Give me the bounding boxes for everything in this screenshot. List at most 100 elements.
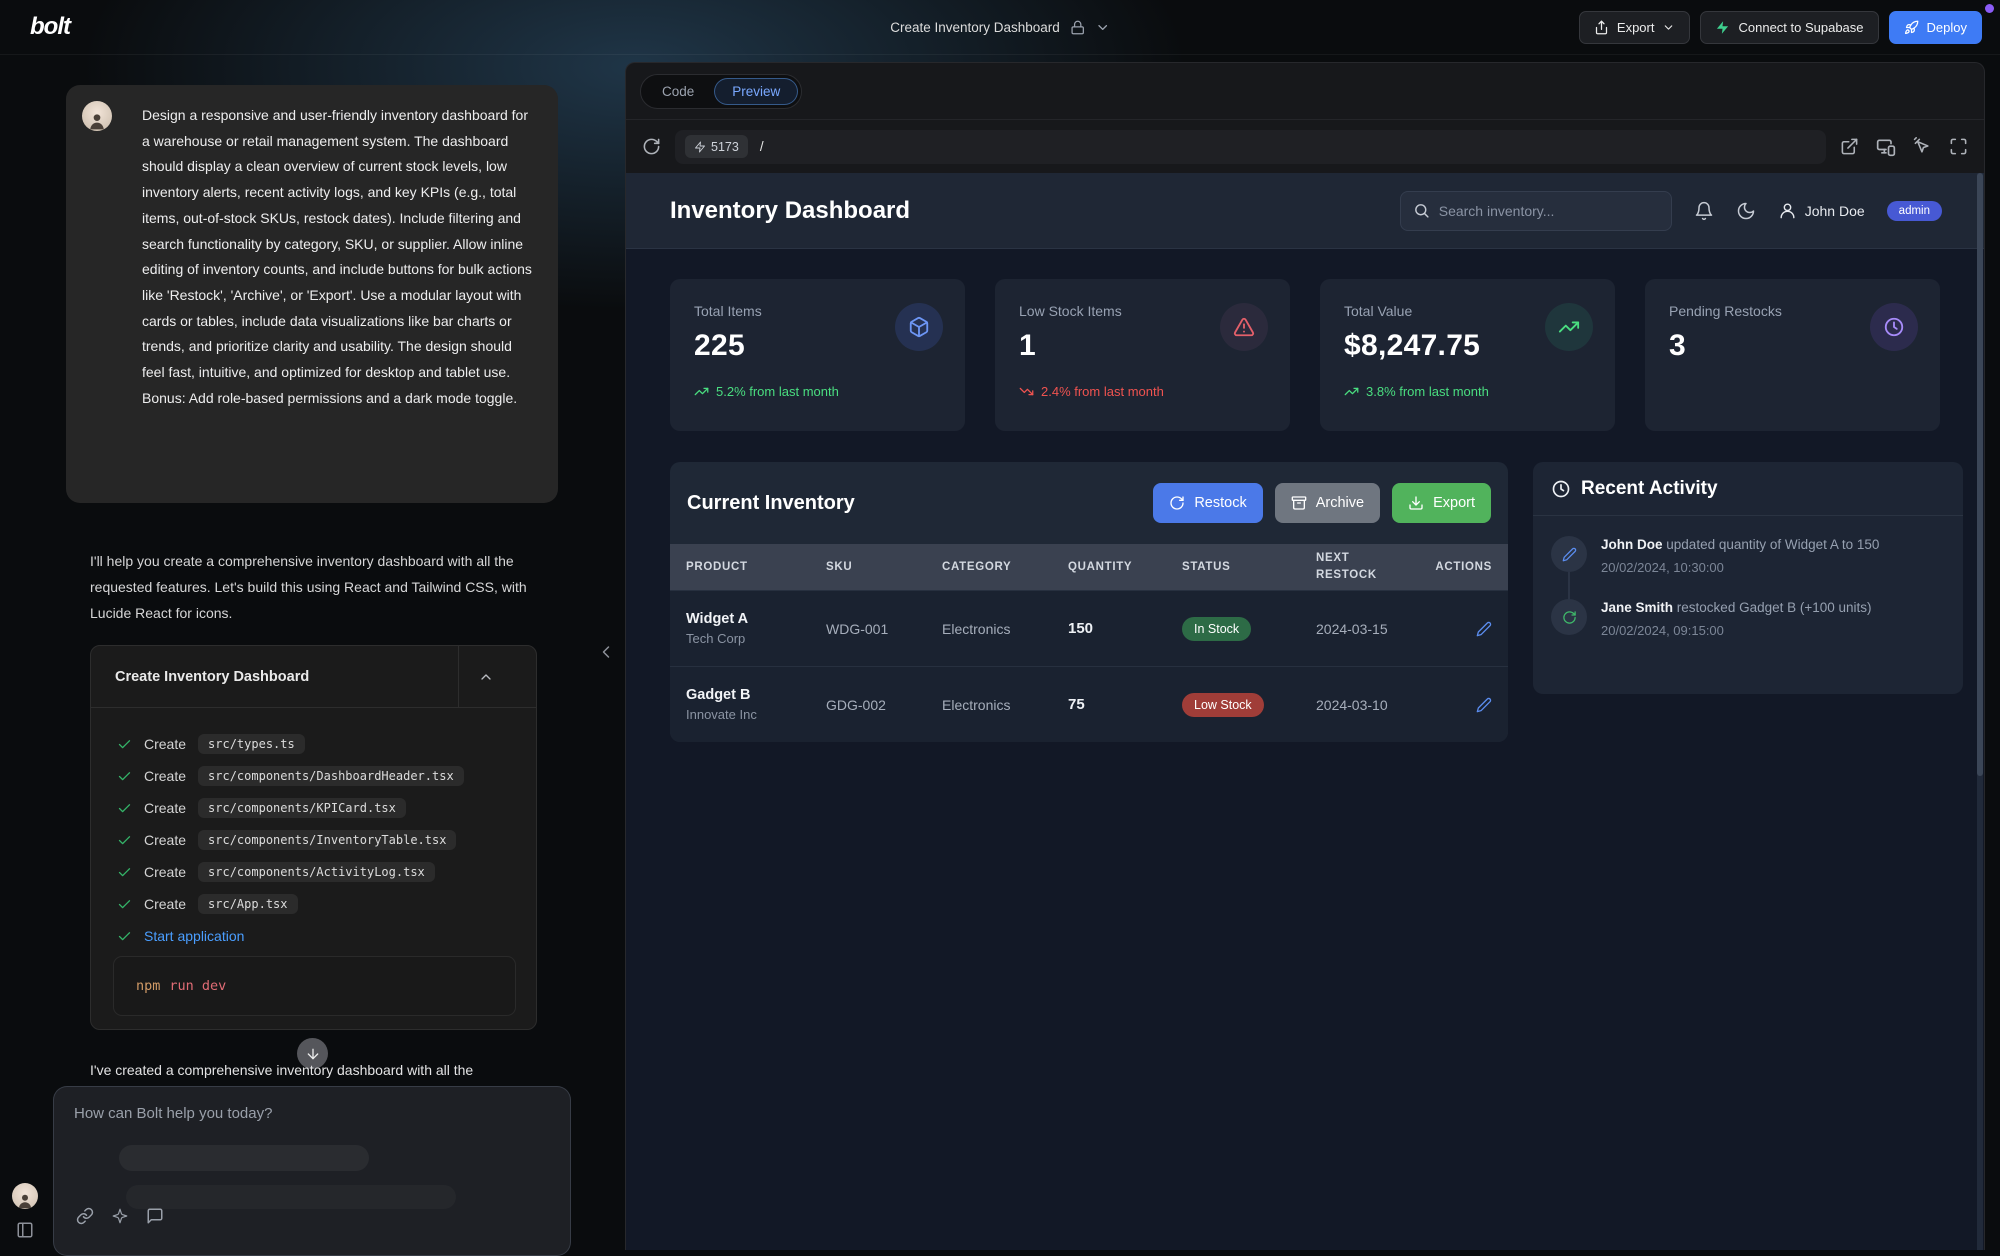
preview-scrollbar[interactable] [1977,173,1983,1250]
lock-icon [1070,20,1085,35]
table-header-row: Product SKU Category Quantity Status Nex… [670,544,1508,590]
step-file[interactable]: src/components/DashboardHeader.tsx [198,766,464,786]
scrollbar-thumb[interactable] [1977,173,1983,776]
artifact-step[interactable]: Create src/components/KPICard.tsx [91,792,536,824]
kpi-cards: Total Items 225 5.2% from last month Low… [670,279,1940,431]
column-status: Status [1182,559,1316,576]
table-row[interactable]: Gadget B Innovate Inc GDG-002 Electronic… [670,666,1508,742]
user-message: Design a responsive and user-friendly in… [66,85,558,503]
deploy-button[interactable]: Deploy [1889,11,1982,44]
blurred-content [119,1145,369,1171]
project-title-menu[interactable]: Create Inventory Dashboard [890,20,1110,35]
attach-link-icon[interactable] [76,1207,94,1225]
user-menu[interactable]: John Doe [1778,201,1865,220]
dark-mode-moon-icon[interactable] [1736,201,1756,221]
artifact-step[interactable]: Create src/components/ActivityLog.tsx [91,856,536,888]
url-input[interactable]: 5173 / [675,130,1826,164]
artifact-step[interactable]: Create src/App.tsx [91,888,536,920]
refresh-icon [1551,599,1587,635]
archive-icon [1291,495,1307,511]
export-csv-button[interactable]: Export [1392,483,1491,523]
rocket-icon [1904,20,1919,35]
open-in-new-tab-icon[interactable] [1840,137,1859,156]
archive-button[interactable]: Archive [1275,483,1380,523]
start-application-step[interactable]: Start application [91,920,536,952]
artifact-step[interactable]: Create src/types.ts [91,728,536,760]
table-row[interactable]: Widget A Tech Corp WDG-001 Electronics 1… [670,590,1508,666]
check-icon [117,897,132,912]
chat-mode-icon[interactable] [146,1207,164,1225]
restock-button[interactable]: Restock [1153,483,1262,523]
artifact-step[interactable]: Create src/components/DashboardHeader.ts… [91,760,536,792]
account-avatar[interactable] [12,1183,38,1209]
artifact-header[interactable]: Create Inventory Dashboard [91,646,536,708]
check-icon [117,801,132,816]
supabase-zap-icon [1715,20,1730,35]
toggle-sidebar-icon[interactable] [16,1221,34,1239]
step-action: Create [144,896,186,912]
kpi-trend-text: 5.2% from last month [716,384,839,399]
cell-quantity[interactable]: 75 [1068,696,1182,713]
alert-triangle-icon [1220,303,1268,351]
inventory-search[interactable] [1400,191,1672,231]
step-file[interactable]: src/components/InventoryTable.tsx [198,830,456,850]
check-icon [117,865,132,880]
collapse-artifact-button[interactable] [458,646,512,708]
responsive-devices-icon[interactable] [1876,137,1896,157]
inspector-pointer-off-icon[interactable] [1913,137,1932,156]
chevron-down-icon[interactable] [1095,20,1110,35]
column-category: Category [942,559,1068,576]
check-icon [117,737,132,752]
activity-item: John Doe updated quantity of Widget A to… [1551,536,1945,575]
dashboard-header: Inventory Dashboard John Doe admin [626,173,1984,249]
column-actions: Actions [1412,559,1492,576]
product-name: Widget A [686,611,826,627]
tab-code[interactable]: Code [644,78,712,105]
inventory-title: Current Inventory [687,492,855,515]
chat-input-container [53,1086,571,1256]
bolt-logo: bolt [30,13,70,41]
step-action: Create [144,832,186,848]
reload-icon[interactable] [642,137,661,156]
trending-up-icon [694,384,709,399]
edit-pencil-icon[interactable] [1476,697,1492,713]
activity-timestamp: 20/02/2024, 10:30:00 [1601,560,1879,575]
clock-icon [1551,479,1571,499]
export-button[interactable]: Export [1579,11,1691,44]
recent-activity-card: Recent Activity John Doe updated quantit… [1533,462,1963,694]
notifications-bell-icon[interactable] [1694,201,1714,221]
edit-pencil-icon[interactable] [1476,621,1492,637]
product-supplier: Tech Corp [686,631,826,646]
artifact-card: Create Inventory Dashboard Create src/ty… [90,645,537,1030]
step-file[interactable]: src/App.tsx [198,894,297,914]
terminal-args: run dev [169,978,226,994]
artifact-title: Create Inventory Dashboard [115,669,309,685]
cell-quantity[interactable]: 150 [1068,620,1182,637]
tab-preview[interactable]: Preview [714,78,798,105]
product-name: Gadget B [686,687,826,703]
package-icon [895,303,943,351]
port-zap-icon [694,141,706,153]
top-bar: bolt Create Inventory Dashboard Export C… [0,0,2000,55]
search-input[interactable] [1439,203,1639,219]
fullscreen-icon[interactable] [1949,137,1968,156]
connect-supabase-button[interactable]: Connect to Supabase [1700,11,1878,44]
project-title: Create Inventory Dashboard [890,20,1060,35]
deploy-label: Deploy [1927,20,1967,35]
kpi-trend-text: 3.8% from last month [1366,384,1489,399]
activity-title: Recent Activity [1581,478,1718,500]
step-file[interactable]: src/types.ts [198,734,305,754]
app-preview: Inventory Dashboard John Doe admin Total… [626,173,1984,1250]
column-sku: SKU [826,559,942,576]
step-action: Create [144,864,186,880]
check-icon [117,833,132,848]
step-file[interactable]: src/components/KPICard.tsx [198,798,406,818]
workbench-panel: Code Preview 5173 / Inventory Dashboard [625,62,1985,1250]
collapse-chat-button[interactable] [596,642,616,662]
port-pill[interactable]: 5173 [685,135,748,158]
step-file[interactable]: src/components/ActivityLog.tsx [198,862,435,882]
kpi-low-stock: Low Stock Items 1 2.4% from last month [995,279,1290,431]
trending-down-icon [1019,384,1034,399]
artifact-step[interactable]: Create src/components/InventoryTable.tsx [91,824,536,856]
enhance-sparkles-icon[interactable] [111,1207,129,1225]
